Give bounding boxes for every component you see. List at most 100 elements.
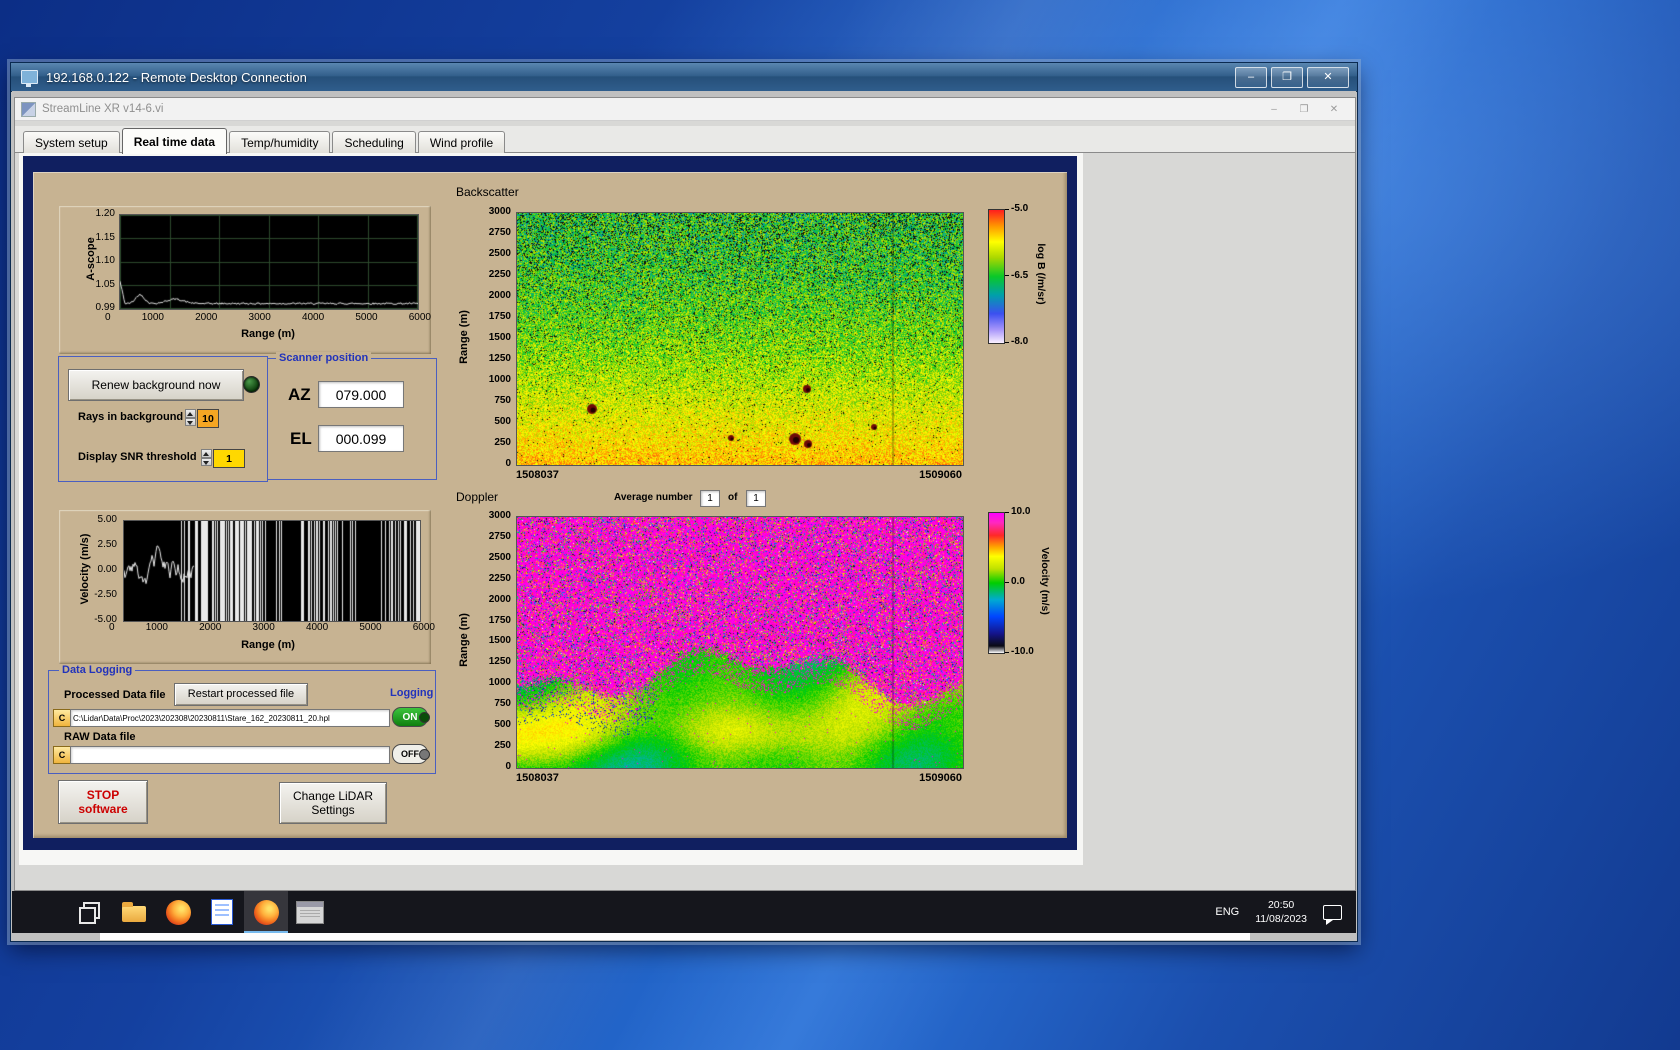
ascope-graph: A-scope 1.201.151.101.050.99 01000200030…: [59, 206, 431, 354]
rdp-window-controls: – ❐ ✕: [1235, 67, 1349, 88]
velocity-xtick: 2000: [199, 623, 221, 633]
rdp-window-title: 192.168.0.122 - Remote Desktop Connectio…: [46, 70, 307, 85]
raw-logging-toggle[interactable]: OFF: [392, 744, 428, 764]
doppler-ytick: 1000: [489, 678, 511, 688]
backscatter-colorbar-tick: -8.0: [1005, 337, 1041, 347]
clock-date: 11/08/2023: [1255, 912, 1307, 926]
doppler-ytick: 0: [505, 762, 511, 772]
app-content: A-scope 1.201.151.101.050.99 01000200030…: [15, 153, 1355, 890]
backscatter-colorbar-label: log B (/m/sr): [1035, 214, 1047, 334]
change-lidar-settings-button[interactable]: Change LiDAR Settings: [279, 782, 387, 824]
snr-value-field[interactable]: 1: [213, 449, 245, 468]
doppler-colorbar-label: Velocity (m/s): [1039, 519, 1051, 643]
raw-path-field[interactable]: [70, 746, 390, 764]
ascope-y-ticks: 1.201.151.101.050.99: [81, 209, 115, 313]
firefox-active-icon[interactable]: [244, 891, 288, 933]
raw-logging-state: OFF: [401, 749, 419, 759]
front-panel: A-scope 1.201.151.101.050.99 01000200030…: [19, 153, 1083, 865]
velocity-xtick: 1000: [146, 623, 168, 633]
maximize-button[interactable]: ❐: [1271, 67, 1303, 88]
backscatter-ytick: 2000: [489, 291, 511, 301]
app-icon: [21, 102, 36, 117]
velocity-x-axis-label: Range (m): [185, 639, 351, 651]
task-view-icon[interactable]: [68, 891, 112, 933]
backscatter-y-axis-label: Range (m): [458, 287, 470, 387]
change-settings-line2: Settings: [311, 803, 354, 817]
velocity-ytick: -2.50: [94, 590, 117, 600]
app-minimize-button[interactable]: –: [1261, 104, 1287, 115]
tab-temp-humidity[interactable]: Temp/humidity: [229, 131, 330, 153]
app-window-controls: – ❐ ✕: [1261, 104, 1347, 115]
doppler-x-axis: 1508037 1509060: [516, 772, 962, 784]
remote-desktop-icon: [21, 70, 38, 84]
backscatter-plot: [516, 212, 964, 466]
tab-wind-profile[interactable]: Wind profile: [418, 131, 505, 153]
minimize-button[interactable]: –: [1235, 67, 1267, 88]
rays-value-field[interactable]: 10: [197, 409, 219, 428]
ascope-xtick: 0: [105, 313, 111, 323]
azimuth-value-field[interactable]: 079.000: [318, 381, 404, 408]
backscatter-ytick: 1750: [489, 312, 511, 322]
background-led-indicator: [243, 376, 260, 393]
doppler-title: Doppler: [456, 490, 498, 504]
ascope-ytick: 1.10: [96, 256, 115, 266]
average-number-field[interactable]: 1: [700, 490, 720, 507]
restart-processed-file-button[interactable]: Restart processed file: [174, 683, 308, 706]
text-editor-icon[interactable]: [200, 891, 244, 933]
rays-spinner[interactable]: [185, 409, 196, 426]
doppler-colorbar-tick: 10.0: [1005, 507, 1045, 517]
doppler-x-start: 1508037: [516, 772, 559, 784]
tab-scheduling[interactable]: Scheduling: [332, 131, 415, 153]
logging-label: Logging: [387, 687, 436, 699]
language-indicator[interactable]: ENG: [1215, 906, 1239, 918]
doppler-ytick: 2250: [489, 574, 511, 584]
tab-strip: System setup Real time data Temp/humidit…: [15, 126, 1355, 153]
doppler-plot: [516, 516, 964, 769]
file-explorer-icon[interactable]: [112, 891, 156, 933]
doppler-colorbar-tick: -10.0: [1005, 647, 1045, 657]
elevation-label: EL: [290, 429, 312, 449]
processed-drive-selector[interactable]: C: [53, 709, 71, 727]
azimuth-label: AZ: [288, 385, 311, 405]
doppler-colorbar: [988, 512, 1005, 654]
stop-line1: STOP: [87, 788, 119, 802]
average-number-label: Average number: [614, 492, 693, 503]
app-close-button[interactable]: ✕: [1321, 104, 1347, 115]
renew-background-button[interactable]: Renew background now: [68, 369, 244, 401]
snr-threshold-label: Display SNR threshold: [78, 451, 197, 463]
ascope-plot: [119, 214, 419, 310]
processed-logging-toggle[interactable]: ON: [392, 707, 428, 727]
tab-system-setup[interactable]: System setup: [23, 131, 120, 153]
raw-drive-selector[interactable]: C: [53, 746, 71, 764]
scanner-position-group: Scanner position AZ 079.000 EL 000.099: [267, 358, 437, 480]
taskbar-clock[interactable]: 20:50 11/08/2023: [1255, 898, 1307, 926]
remote-desktop: StreamLine XR v14-6.vi – ❐ ✕ System setu…: [12, 91, 1356, 940]
average-total-field[interactable]: 1: [746, 490, 766, 507]
rays-in-background-label: Rays in background: [78, 411, 183, 423]
backscatter-y-ticks: 3000275025002250200017501500125010007505…: [473, 207, 511, 469]
ascope-ytick: 1.05: [96, 280, 115, 290]
backscatter-title: Backscatter: [456, 185, 519, 199]
backscatter-ytick: 750: [494, 396, 511, 406]
scan-scheduler-icon[interactable]: [288, 891, 332, 933]
tab-real-time-data[interactable]: Real time data: [122, 128, 227, 154]
app-title: StreamLine XR v14-6.vi: [42, 103, 163, 115]
action-center-icon[interactable]: [1323, 905, 1342, 920]
velocity-xtick: 3000: [253, 623, 275, 633]
stop-software-button[interactable]: STOP software: [58, 780, 148, 824]
backscatter-ytick: 1500: [489, 333, 511, 343]
firefox-icon[interactable]: [156, 891, 200, 933]
velocity-xtick: 4000: [306, 623, 328, 633]
ascope-ytick: 1.15: [96, 233, 115, 243]
app-maximize-button[interactable]: ❐: [1291, 104, 1317, 115]
backscatter-ytick: 500: [494, 417, 511, 427]
backscatter-x-start: 1508037: [516, 469, 559, 481]
backscatter-ytick: 1000: [489, 375, 511, 385]
snr-spinner[interactable]: [201, 449, 212, 466]
elevation-value-field[interactable]: 000.099: [318, 425, 404, 452]
backscatter-colorbar-tick: -5.0: [1005, 204, 1041, 214]
close-button[interactable]: ✕: [1307, 67, 1349, 88]
doppler-ytick: 2500: [489, 553, 511, 563]
doppler-ytick: 2000: [489, 595, 511, 605]
processed-path-field[interactable]: C:\Lidar\Data\Proc\2023\202308\20230811\…: [70, 709, 390, 727]
